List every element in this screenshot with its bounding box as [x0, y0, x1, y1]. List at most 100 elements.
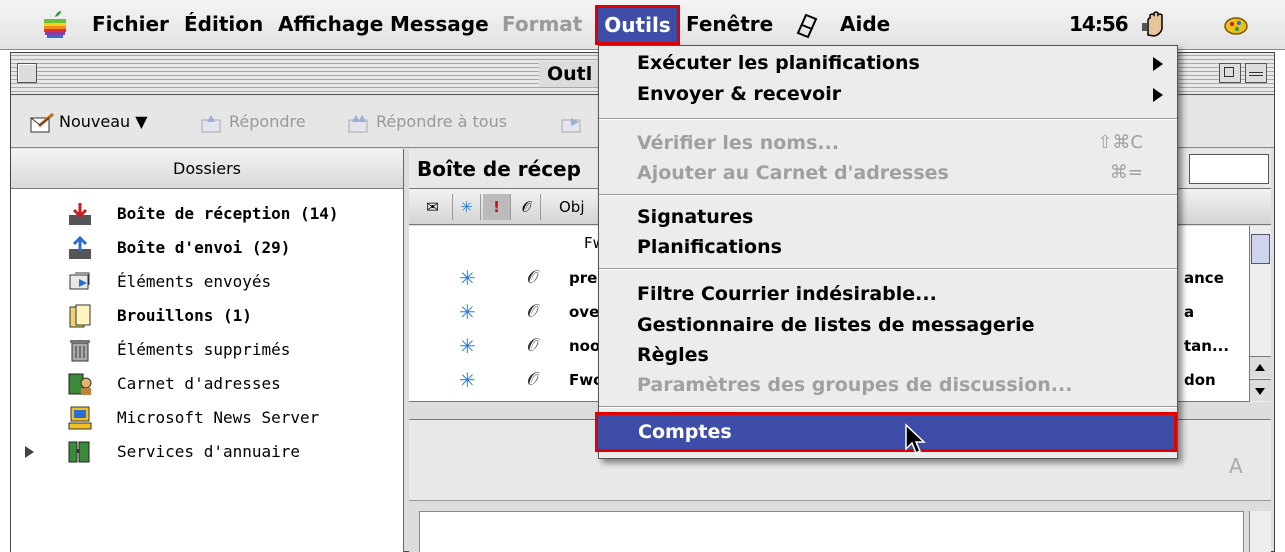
close-box-icon[interactable]: [17, 63, 37, 83]
menu-item-label: Gestionnaire de listes de messagerie: [637, 314, 1035, 336]
new-button[interactable]: Nouveau ▼: [29, 108, 148, 136]
menu-outils[interactable]: Outils: [595, 5, 680, 45]
menu-separator: [599, 118, 1177, 120]
folder-label: Boîte d'envoi (29): [117, 238, 291, 257]
preview-scrollbar[interactable]: [1249, 511, 1271, 552]
folder-drafts[interactable]: Brouillons (1): [11, 299, 404, 333]
attachment-icon: 𝒪: [527, 335, 539, 356]
script-menu-icon[interactable]: [792, 9, 822, 39]
news-server-icon: [68, 406, 92, 430]
menu-item-shortcut: ⇧⌘C: [1097, 132, 1143, 153]
column-online-icon[interactable]: ✳: [453, 194, 481, 220]
menu-item-send-receive[interactable]: Envoyer & recevoir: [599, 79, 1177, 109]
menu-item-label: Planifications: [637, 236, 782, 258]
menu-fenetre[interactable]: Fenêtre: [686, 11, 773, 37]
new-flag-icon: ✳: [459, 368, 476, 392]
folder-news-server[interactable]: Microsoft News Server: [11, 401, 404, 435]
folder-sent[interactable]: Éléments envoyés: [11, 265, 404, 299]
menu-item-label: Filtre Courrier indésirable...: [637, 283, 937, 305]
menu-item-newsgroup-settings[interactable]: Paramètres des groupes de discussion...: [599, 370, 1177, 400]
mouse-pointer-icon: [905, 423, 926, 455]
new-flag-icon: ✳: [459, 300, 476, 324]
menu-item-label: Règles: [637, 344, 709, 366]
folders-header[interactable]: Dossiers: [11, 149, 403, 189]
folder-label: Microsoft News Server: [117, 408, 320, 427]
folder-label: Carnet d'adresses: [117, 374, 281, 393]
new-flag-icon: ✳: [459, 266, 476, 290]
message-list-title: Boîte de récep: [417, 157, 581, 181]
menu-item-rules[interactable]: Règles: [599, 340, 1177, 370]
folder-label: Boîte de réception (14): [117, 204, 339, 223]
menu-message[interactable]: Message: [390, 11, 489, 37]
submenu-arrow-icon: [1153, 88, 1163, 102]
message-sender: don: [1184, 371, 1216, 389]
new-message-icon: [30, 112, 54, 132]
folder-address-book[interactable]: Carnet d'adresses: [11, 367, 404, 401]
menu-fichier[interactable]: Fichier: [92, 11, 169, 37]
column-subject[interactable]: Obj: [559, 194, 585, 220]
menu-item-label: Envoyer & recevoir: [637, 83, 842, 105]
menu-format[interactable]: Format: [502, 11, 582, 37]
menu-aide[interactable]: Aide: [840, 11, 890, 37]
apple-menu-icon[interactable]: [42, 10, 68, 38]
reply-all-icon: [348, 114, 368, 132]
column-priority-icon[interactable]: !: [483, 194, 511, 220]
menu-item-label: Ajouter au Carnet d'adresses: [637, 162, 949, 184]
menu-item-schedules[interactable]: Planifications: [599, 232, 1177, 262]
folder-label: Brouillons (1): [117, 306, 252, 325]
inbox-icon: [69, 203, 91, 225]
folder-label: Éléments envoyés: [117, 272, 272, 291]
menu-item-run-schedules[interactable]: Exécuter les planifications: [599, 48, 1177, 78]
folder-label: Services d'annuaire: [117, 442, 301, 461]
scroll-down-icon[interactable]: [1250, 379, 1271, 401]
disclosure-triangle-icon[interactable]: [25, 446, 34, 458]
menu-item-label: Exécuter les planifications: [637, 52, 920, 74]
outils-menu: Exécuter les planifications Envoyer & re…: [595, 45, 1178, 459]
column-attachment-icon[interactable]: 𝒪: [513, 194, 541, 220]
menu-item-label: Comptes: [638, 421, 732, 443]
forward-icon: [561, 117, 581, 132]
menu-item-add-to-address-book[interactable]: Ajouter au Carnet d'adresses ⌘=: [599, 158, 1177, 188]
menu-item-label: Signatures: [637, 206, 754, 228]
menu-clock[interactable]: 14:56: [1069, 11, 1129, 37]
folder-label: Éléments supprimés: [117, 340, 291, 359]
column-status-icon[interactable]: ✉: [413, 194, 453, 220]
drafts-icon: [69, 304, 91, 328]
reply-all-button[interactable]: Répondre à tous: [346, 108, 507, 136]
font-size-icon[interactable]: A: [1229, 454, 1243, 478]
attachment-icon: 𝒪: [527, 301, 539, 322]
message-sender: tan...: [1184, 337, 1230, 355]
search-input[interactable]: [1189, 154, 1269, 184]
attachment-icon: 𝒪: [527, 369, 539, 390]
menu-item-signatures[interactable]: Signatures: [599, 202, 1177, 232]
directory-icon: [68, 441, 90, 463]
menu-separator: [599, 194, 1177, 196]
preview-body: [419, 511, 1244, 552]
scroll-thumb[interactable]: [1251, 234, 1270, 264]
folder-deleted[interactable]: Éléments supprimés: [11, 333, 404, 367]
menu-edition[interactable]: Édition: [184, 11, 263, 37]
zoom-box-icon[interactable]: [1219, 63, 1241, 83]
hand-sound-icon[interactable]: [1140, 9, 1170, 39]
new-flag-icon: ✳: [459, 334, 476, 358]
message-sender: a: [1184, 303, 1195, 321]
menu-item-accounts[interactable]: Comptes: [595, 412, 1177, 452]
menu-item-check-names[interactable]: Vérifier les noms... ⇧⌘C: [599, 128, 1177, 158]
forward-button[interactable]: [559, 108, 589, 136]
folder-directory-services[interactable]: Services d'annuaire: [11, 435, 404, 469]
menu-affichage[interactable]: Affichage: [278, 11, 383, 37]
menu-item-label: Vérifier les noms...: [637, 132, 840, 154]
menu-item-mailing-list-manager[interactable]: Gestionnaire de listes de messagerie: [599, 310, 1177, 340]
folder-outbox[interactable]: Boîte d'envoi (29): [11, 231, 404, 265]
sent-icon: [69, 272, 90, 290]
outbox-icon: [69, 235, 91, 259]
menu-item-junk-filter[interactable]: Filtre Courrier indésirable...: [599, 279, 1177, 309]
folder-inbox[interactable]: Boîte de réception (14): [11, 197, 404, 231]
message-list-scrollbar[interactable]: [1249, 226, 1271, 402]
reply-button[interactable]: Répondre: [199, 108, 306, 136]
collapse-box-icon[interactable]: [1245, 63, 1267, 83]
message-sender: ance: [1184, 269, 1224, 287]
app-switcher-icon[interactable]: [1222, 9, 1252, 39]
submenu-arrow-icon: [1153, 57, 1163, 71]
scroll-up-icon[interactable]: [1250, 356, 1271, 378]
